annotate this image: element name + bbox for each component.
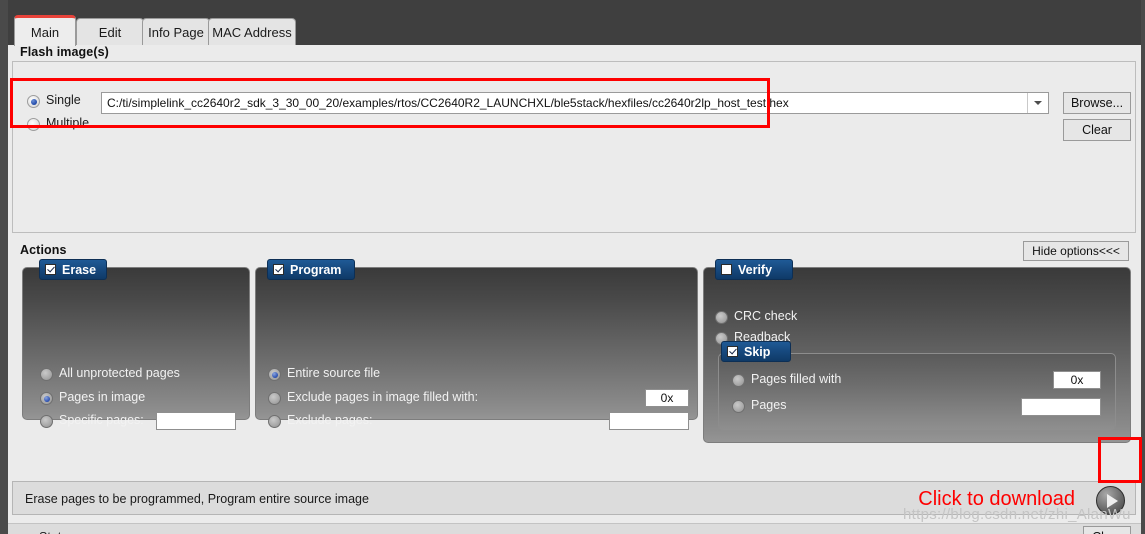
skip-pages-input[interactable] bbox=[1021, 398, 1101, 416]
verify-panel: CRC check Readback Pages filled with 0x … bbox=[703, 267, 1131, 443]
tab-main-label: Main bbox=[30, 24, 60, 40]
radio-single[interactable] bbox=[27, 95, 40, 108]
skip-option-pages-radio[interactable] bbox=[732, 400, 745, 413]
erase-option-specific-pages-radio[interactable] bbox=[40, 415, 53, 428]
erase-checkbox-header[interactable]: Erase bbox=[39, 259, 107, 280]
status-clear-button[interactable]: Clear bbox=[1083, 526, 1131, 534]
erase-title: Erase bbox=[62, 262, 97, 277]
program-checkbox-header[interactable]: Program bbox=[267, 259, 355, 280]
program-option-entire-source-label: Entire source file bbox=[287, 366, 381, 380]
verify-option-crc-check-label: CRC check bbox=[734, 309, 798, 323]
status-section: Status Clear bbox=[8, 523, 1141, 534]
flash-image-path-combobox[interactable]: C:/ti/simplelink_cc2640r2_sdk_3_30_00_20… bbox=[101, 92, 1049, 114]
program-fill-value-input[interactable]: 0x bbox=[645, 389, 689, 407]
erase-checkbox[interactable] bbox=[45, 264, 56, 275]
skip-subpanel: Pages filled with 0x Pages bbox=[718, 353, 1116, 431]
tab-mac-address-label: MAC Address bbox=[212, 25, 292, 40]
erase-option-all-unprotected-label: All unprotected pages bbox=[59, 366, 180, 380]
verify-option-crc-check-radio[interactable] bbox=[715, 311, 728, 324]
actions-area: Actions Hide options<<< All unprotected … bbox=[12, 241, 1136, 473]
erase-option-pages-in-image-label: Pages in image bbox=[59, 390, 146, 404]
tab-main[interactable]: Main bbox=[14, 15, 76, 46]
program-exclude-pages-input[interactable] bbox=[609, 412, 689, 430]
radio-multiple[interactable] bbox=[27, 118, 40, 131]
verify-checkbox[interactable] bbox=[721, 264, 732, 275]
skip-option-pages-filled-radio[interactable] bbox=[732, 374, 745, 387]
tab-edit-label: Edit bbox=[98, 25, 122, 40]
erase-specific-pages-input[interactable] bbox=[156, 412, 236, 430]
tab-strip: Main Edit Info Page MAC Address bbox=[8, 12, 1141, 46]
chevron-down-icon[interactable] bbox=[1027, 93, 1048, 113]
erase-option-pages-in-image-radio[interactable] bbox=[40, 392, 53, 405]
skip-option-pages-filled-label: Pages filled with bbox=[751, 372, 842, 386]
action-summary-bar: Erase pages to be programmed, Program en… bbox=[12, 481, 1136, 515]
radio-multiple-label: Multiple bbox=[46, 116, 90, 130]
window-right-rail bbox=[1141, 0, 1145, 534]
flash-images-section-label: Flash image(s) bbox=[20, 45, 109, 59]
skip-checkbox[interactable] bbox=[727, 346, 738, 357]
program-option-exclude-pages-radio[interactable] bbox=[268, 415, 281, 428]
click-to-download-annotation: Click to download bbox=[918, 488, 1075, 510]
action-summary-text: Erase pages to be programmed, Program en… bbox=[25, 492, 369, 506]
download-play-button[interactable] bbox=[1096, 486, 1125, 515]
program-option-entire-source-radio[interactable] bbox=[268, 368, 281, 381]
erase-option-all-unprotected-radio[interactable] bbox=[40, 368, 53, 381]
skip-checkbox-header[interactable]: Skip bbox=[721, 341, 791, 362]
program-option-exclude-pages-label: Exclude pages: bbox=[287, 413, 373, 427]
main-tab-page: Flash image(s) Single Multiple C:/ti/sim… bbox=[8, 45, 1141, 534]
verify-title: Verify bbox=[738, 262, 773, 277]
hide-options-button[interactable]: Hide options<<< bbox=[1023, 241, 1129, 261]
program-option-exclude-filled-radio[interactable] bbox=[268, 392, 281, 405]
skip-title: Skip bbox=[744, 344, 771, 359]
flash-programmer-window: Main Edit Info Page MAC Address Flash im… bbox=[0, 0, 1145, 534]
window-left-rail bbox=[0, 0, 8, 534]
skip-fill-value-input[interactable]: 0x bbox=[1053, 371, 1101, 389]
clear-path-button[interactable]: Clear bbox=[1063, 119, 1131, 141]
flash-image-path-value: C:/ti/simplelink_cc2640r2_sdk_3_30_00_20… bbox=[107, 96, 789, 110]
program-title: Program bbox=[290, 262, 342, 277]
actions-section-label: Actions bbox=[20, 243, 67, 257]
tab-info-page[interactable]: Info Page bbox=[142, 18, 210, 46]
radio-single-label: Single bbox=[46, 93, 81, 107]
browse-button[interactable]: Browse... bbox=[1063, 92, 1131, 114]
flash-images-group: Single Multiple C:/ti/simplelink_cc2640r… bbox=[12, 61, 1136, 233]
tab-mac-address[interactable]: MAC Address bbox=[208, 18, 296, 46]
program-option-exclude-filled-label: Exclude pages in image filled with: bbox=[287, 390, 479, 404]
window-top-rail bbox=[0, 0, 1145, 12]
erase-panel: All unprotected pages Pages in image Spe… bbox=[22, 267, 250, 430]
play-button-icon bbox=[1106, 493, 1118, 508]
program-checkbox[interactable] bbox=[273, 264, 284, 275]
verify-checkbox-header[interactable]: Verify bbox=[715, 259, 793, 280]
program-panel: Entire source file Exclude pages in imag… bbox=[255, 267, 698, 430]
tab-edit[interactable]: Edit bbox=[76, 18, 144, 46]
skip-option-pages-label: Pages bbox=[751, 398, 787, 412]
erase-option-specific-pages-label: Specific pages: bbox=[59, 413, 144, 427]
tab-info-page-label: Info Page bbox=[148, 25, 204, 40]
status-section-title: Status bbox=[39, 530, 74, 534]
